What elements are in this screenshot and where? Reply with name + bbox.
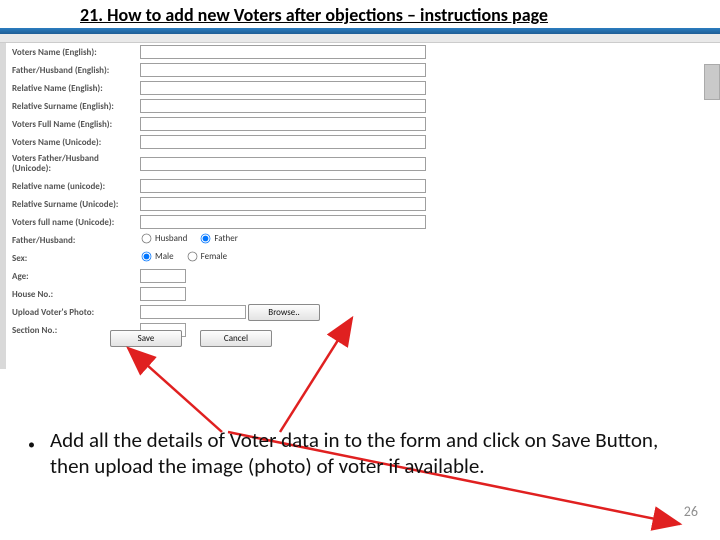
- save-button[interactable]: Save: [110, 330, 182, 347]
- input-relative-name-uni[interactable]: [140, 179, 426, 193]
- label-father-husband: Father/Husband:: [6, 233, 136, 248]
- label-relative-surname-uni: Relative Surname (Unicode):: [6, 197, 136, 212]
- label-voters-father-husband-uni: Voters Father/Husband (Unicode):: [6, 152, 136, 176]
- input-father-husband-en[interactable]: [140, 63, 426, 77]
- bullet-dot: •: [28, 436, 35, 453]
- window-toolbar: [0, 34, 720, 43]
- radio-female-label: Female: [201, 251, 228, 262]
- label-relative-name-en: Relative Name (English):: [6, 81, 136, 96]
- radio-husband[interactable]: Husband: [140, 232, 187, 245]
- input-voters-full-name-en[interactable]: [140, 117, 426, 131]
- input-age[interactable]: [140, 269, 186, 283]
- voter-form: Voters Name (English): Father/Husband (E…: [6, 43, 720, 369]
- radio-male-label: Male: [155, 251, 174, 262]
- radio-female[interactable]: Female: [186, 250, 228, 263]
- page-number: 26: [684, 503, 698, 520]
- input-relative-surname-en[interactable]: [140, 99, 426, 113]
- screenshot-window: Voters Name (English): Father/Husband (E…: [0, 28, 720, 368]
- label-voters-name-en: Voters Name (English):: [6, 45, 136, 60]
- label-house-no: House No.:: [6, 287, 136, 302]
- radio-father-label: Father: [214, 233, 237, 244]
- input-voters-name-en[interactable]: [140, 45, 426, 59]
- input-voters-father-husband-uni[interactable]: [140, 157, 426, 171]
- input-relative-name-en[interactable]: [140, 81, 426, 95]
- input-photo-path[interactable]: [140, 305, 246, 319]
- input-voters-full-name-uni[interactable]: [140, 215, 426, 229]
- instruction-text: Add all the details of Voter data in to …: [50, 427, 658, 479]
- label-voters-full-name-uni: Voters full name (Unicode):: [6, 215, 136, 230]
- label-age: Age:: [6, 269, 136, 284]
- label-relative-surname-en: Relative Surname (English):: [6, 99, 136, 114]
- label-sex: Sex:: [6, 251, 136, 266]
- radio-husband-label: Husband: [155, 233, 187, 244]
- radio-father[interactable]: Father: [199, 232, 237, 245]
- slide-title: 21. How to add new Voters after objectio…: [80, 4, 548, 26]
- label-voters-full-name-en: Voters Full Name (English):: [6, 117, 136, 132]
- cancel-button[interactable]: Cancel: [200, 330, 272, 347]
- label-voters-name-uni: Voters Name (Unicode):: [6, 135, 136, 150]
- label-father-husband-en: Father/Husband (English):: [6, 63, 136, 78]
- browse-button[interactable]: Browse..: [248, 304, 320, 321]
- scrollbar-thumb[interactable]: [704, 64, 720, 100]
- instruction-bullet: • Add all the details of Voter data in t…: [50, 428, 670, 479]
- form-action-row: Save Cancel: [110, 330, 272, 347]
- input-house-no[interactable]: [140, 287, 186, 301]
- label-upload-photo: Upload Voter's Photo:: [6, 305, 136, 320]
- input-voters-name-uni[interactable]: [140, 135, 426, 149]
- input-relative-surname-uni[interactable]: [140, 197, 426, 211]
- label-relative-name-uni: Relative name (unicode):: [6, 179, 136, 194]
- radio-male[interactable]: Male: [140, 250, 174, 263]
